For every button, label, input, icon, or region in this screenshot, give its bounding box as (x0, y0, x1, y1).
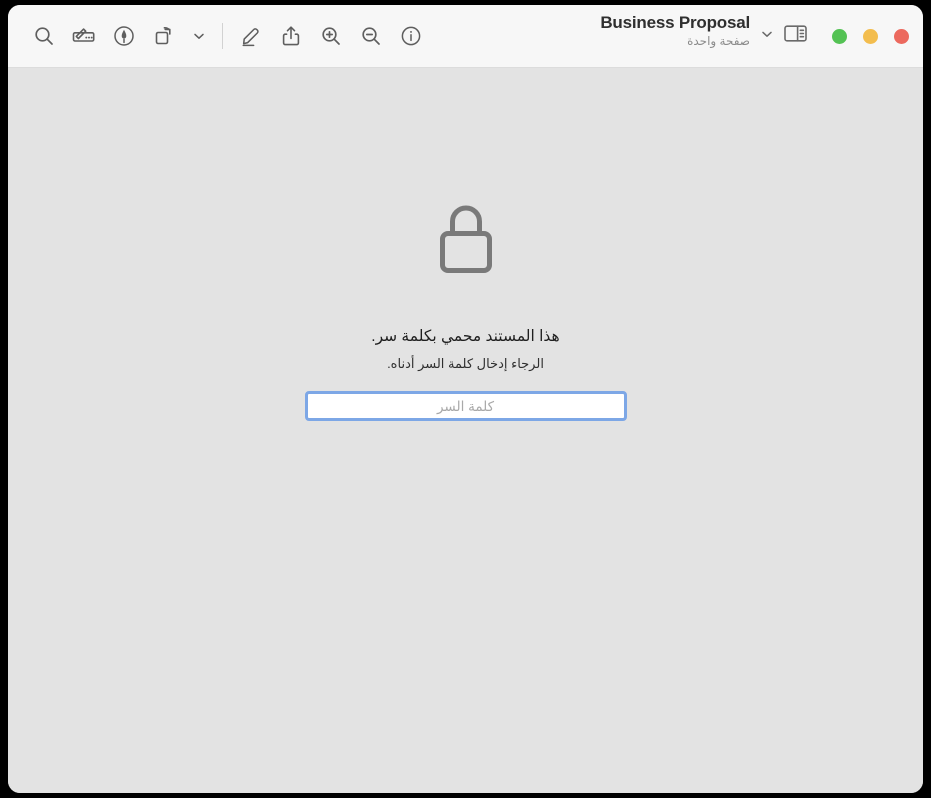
locked-message-primary: هذا المستند محمي بكلمة سر. (371, 328, 560, 345)
password-field-wrapper[interactable] (304, 391, 627, 421)
page-subtitle: صفحة واحدة (687, 34, 750, 48)
toolbar: Business Proposal صفحة واحدة (8, 5, 923, 68)
window-close-button[interactable] (894, 28, 909, 44)
window-controls (832, 5, 909, 67)
sidebar-icon (783, 23, 808, 49)
password-input[interactable] (307, 394, 624, 418)
chevron-down-icon (759, 26, 775, 47)
window-zoom-button[interactable] (832, 28, 847, 44)
window-minimize-button[interactable] (863, 28, 878, 44)
page-title: Business Proposal (600, 13, 750, 32)
locked-message-secondary: الرجاء إدخال كلمة السر أدناه. (387, 356, 544, 371)
locked-document-panel: هذا المستند محمي بكلمة سر. الرجاء إدخال … (8, 201, 923, 421)
sidebar-toggle-button[interactable] (780, 22, 810, 50)
document-title-block: Business Proposal صفحة واحدة (8, 14, 750, 47)
lock-icon (436, 201, 496, 280)
document-options-button[interactable] (756, 25, 778, 47)
document-window: Business Proposal صفحة واحدة هذا المستند… (8, 5, 923, 793)
document-content-area: هذا المستند محمي بكلمة سر. الرجاء إدخال … (8, 68, 923, 793)
